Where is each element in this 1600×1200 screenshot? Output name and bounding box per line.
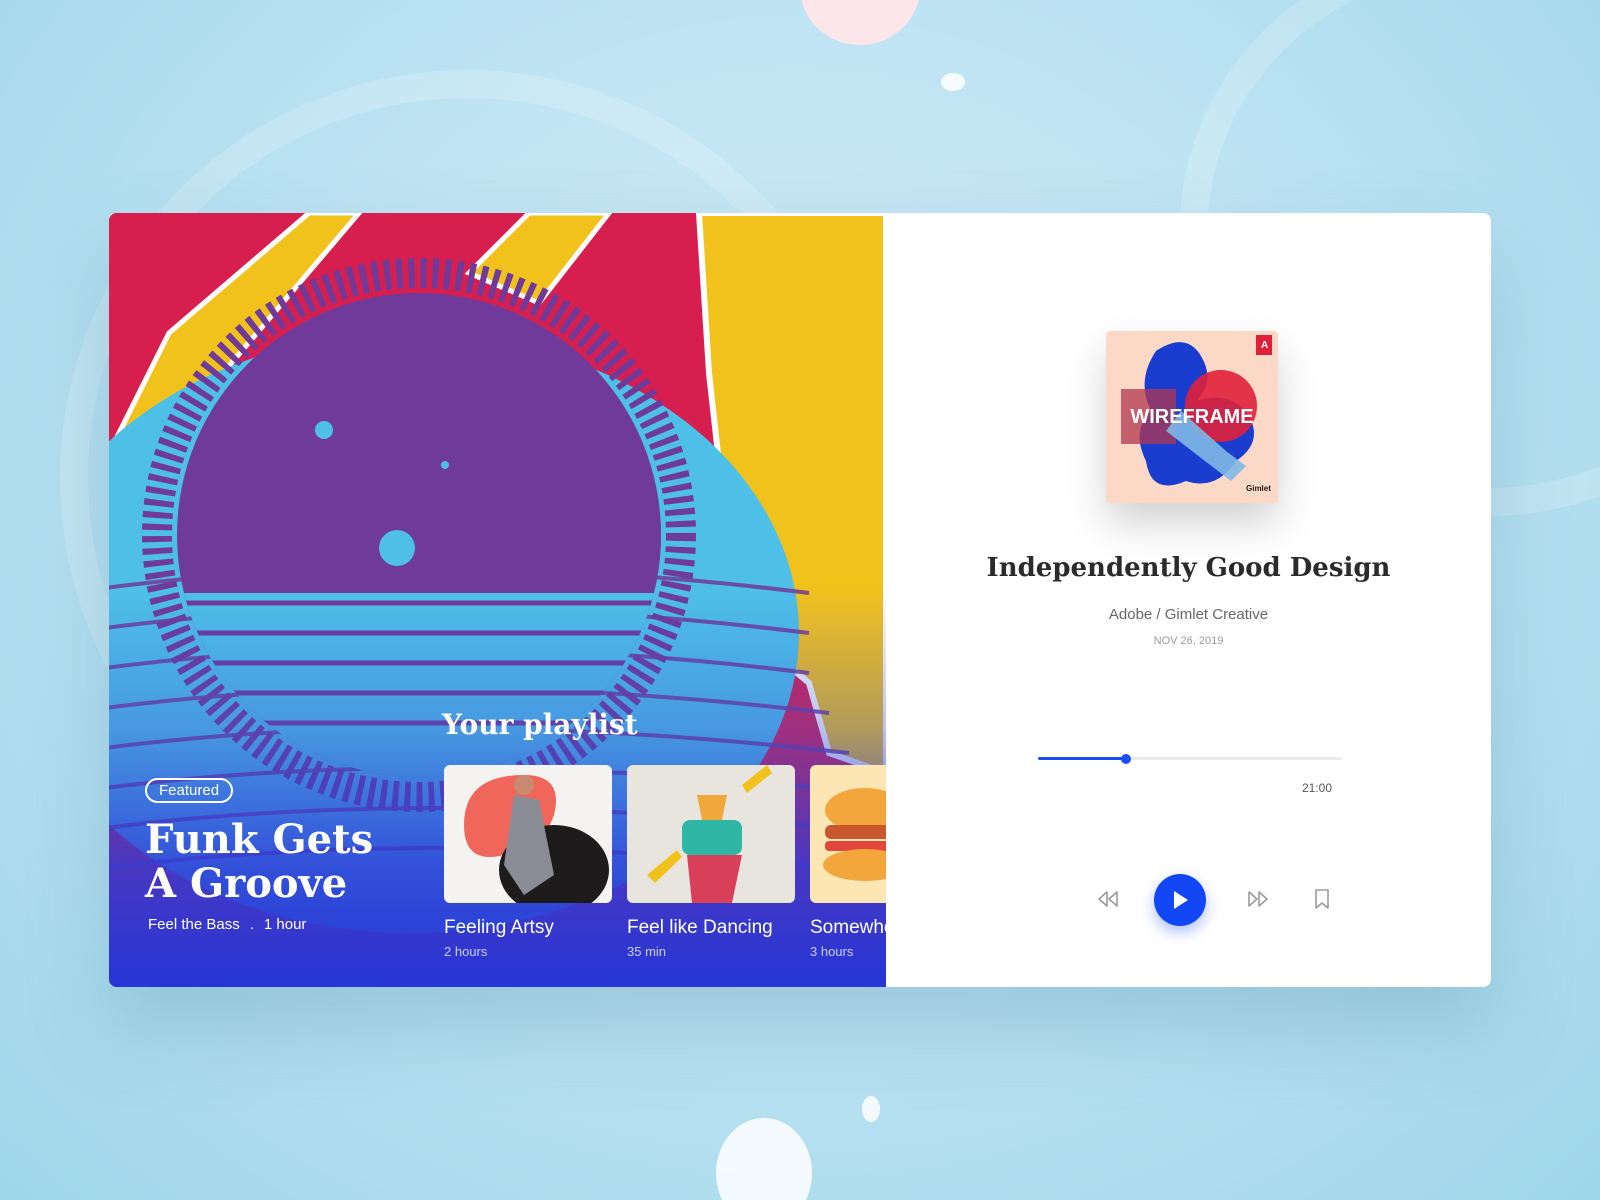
- album-cover-wordmark: WIREFRAME: [1130, 406, 1253, 428]
- track-date: NOV 26, 2019: [1153, 635, 1224, 647]
- progress-bar[interactable]: [1038, 753, 1342, 764]
- featured-badge: Featured: [145, 778, 234, 803]
- playlist-thumbnail: [444, 765, 612, 903]
- play-button[interactable]: [1154, 874, 1206, 926]
- featured-duration: 1 hour: [263, 916, 307, 933]
- album-cover[interactable]: A WIREFRAME Gimlet: [1106, 331, 1278, 503]
- playlist-duration: 3 hours: [810, 944, 854, 959]
- progress-knob[interactable]: [1121, 753, 1132, 764]
- playlist-thumbnail: [627, 765, 795, 903]
- track-title: Independently Good Design: [986, 553, 1391, 583]
- meta-separator: .: [249, 916, 254, 933]
- playlist-card[interactable]: Feel like Dancing 35 min: [627, 765, 795, 959]
- now-playing-panel: A WIREFRAME Gimlet Independently Good De…: [886, 213, 1491, 987]
- featured-title-line1: Funk Gets: [145, 816, 374, 863]
- featured-title[interactable]: Funk Gets A Groove: [145, 818, 405, 906]
- background-blob: [941, 73, 965, 91]
- playlist-duration: 2 hours: [444, 944, 488, 959]
- playlist-name: Feel like Dancing: [627, 917, 773, 938]
- fast-forward-icon: [1248, 891, 1268, 907]
- featured-title-line2: A Groove: [145, 860, 348, 907]
- fast-forward-button[interactable]: [1246, 887, 1270, 911]
- background-blob: [800, 0, 920, 45]
- featured-meta: Feel the Bass . 1 hour: [148, 916, 306, 933]
- rewind-button[interactable]: [1096, 887, 1120, 911]
- playlist-duration: 35 min: [627, 944, 667, 959]
- playlist-heading: Your playlist: [442, 708, 638, 741]
- background-blob: [862, 1096, 880, 1122]
- svg-text:A: A: [1261, 340, 1268, 351]
- playlist-thumbnail: [810, 765, 886, 903]
- album-cover-label: Gimlet: [1246, 484, 1271, 493]
- play-icon: [1174, 891, 1188, 909]
- bookmark-icon: [1315, 889, 1329, 909]
- playlist-card[interactable]: Somewhere 3 hours: [810, 765, 886, 959]
- track-artist: Adobe / Gimlet Creative: [1108, 606, 1269, 623]
- total-time: 21:00: [1302, 781, 1333, 795]
- featured-subtitle: Feel the Bass: [148, 916, 240, 933]
- playback-controls: [1096, 874, 1360, 926]
- playlist-name: Somewhere: [810, 917, 886, 938]
- rewind-icon: [1098, 891, 1118, 907]
- progress-fill: [1038, 757, 1127, 760]
- music-app-card: Featured Funk Gets A Groove Feel the Bas…: [109, 213, 1491, 987]
- background-blob: [716, 1118, 812, 1200]
- bookmark-button[interactable]: [1310, 887, 1334, 911]
- featured-hero[interactable]: Featured Funk Gets A Groove Feel the Bas…: [109, 213, 886, 987]
- playlist-card[interactable]: Feeling Artsy 2 hours: [444, 765, 612, 959]
- playlist-name: Feeling Artsy: [444, 917, 554, 938]
- playlist-row: Feeling Artsy 2 hours Feel like Dancing …: [444, 765, 886, 959]
